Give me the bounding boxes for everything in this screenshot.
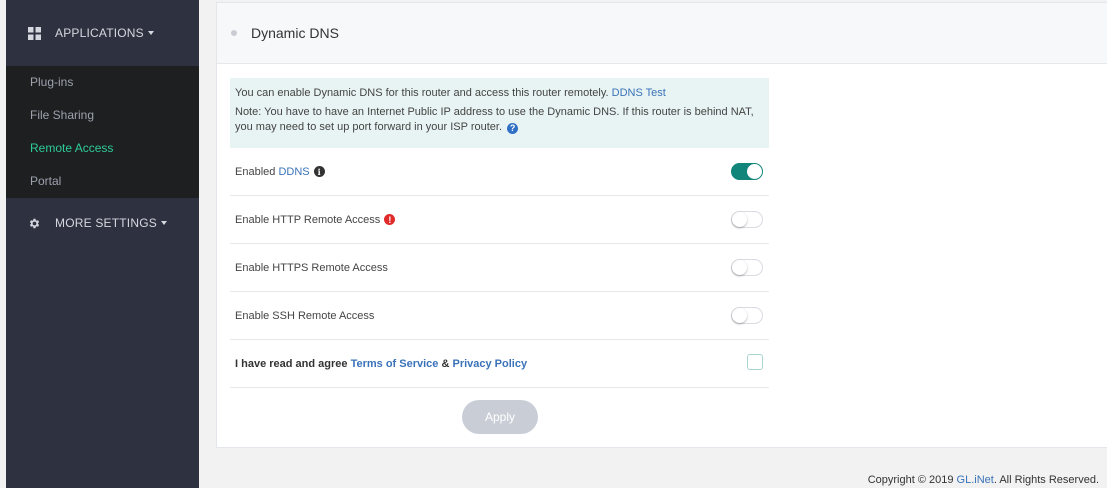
info-icon[interactable]: i [313,166,325,177]
agree-prefix: I have read and agree [235,357,348,370]
http-remote-label: Enable HTTP Remote Access [235,213,381,226]
privacy-policy-link[interactable]: Privacy Policy [452,358,527,370]
apply-button[interactable]: Apply [462,400,538,434]
notice-text-1: You can enable Dynamic DNS for this rout… [235,87,609,99]
ddns-enabled-label: Enabled [235,165,276,178]
agree-amp: & [441,357,450,370]
notice-line-1: You can enable Dynamic DNS for this rout… [235,86,763,101]
sidebar: APPLICATIONS Plug-ins File Sharing Remot… [6,0,199,488]
more-settings-label: MORE SETTINGS [55,216,157,230]
ssh-remote-label: Enable SSH Remote Access [235,309,375,322]
row-http-remote-access: Enable HTTP Remote Access ! [230,196,769,244]
more-settings-menu[interactable]: MORE SETTINGS [6,198,199,248]
agree-checkbox[interactable] [747,354,763,370]
card-header: Dynamic DNS [217,3,1107,64]
caret-down-icon [160,221,167,225]
row-enabled-ddns: Enabled DDNS i [230,148,769,196]
sidebar-item-portal[interactable]: Portal [6,165,199,198]
help-question-icon[interactable]: ? [507,123,519,134]
ddns-test-link[interactable]: DDNS Test [612,87,666,99]
ddns-notice: You can enable Dynamic DNS for this rout… [230,78,769,148]
toggle-knob [732,212,747,227]
copyright-suffix: . All Rights Reserved. [993,474,1099,486]
applications-submenu: Plug-ins File Sharing Remote Access Port… [6,66,199,198]
toggle-knob [732,260,747,275]
copyright-prefix: Copyright © 2019 [867,474,954,486]
notice-line-2: Note: You have to have an Internet Publi… [235,105,763,135]
caret-down-icon [147,31,154,35]
dynamic-dns-card: Dynamic DNS You can enable Dynamic DNS f… [216,2,1107,448]
row-https-remote-access: Enable HTTPS Remote Access [230,244,769,292]
ssh-remote-toggle[interactable] [731,307,763,324]
toggle-knob [747,164,762,179]
gear-icon [28,217,41,230]
http-remote-toggle[interactable] [731,211,763,228]
row-ssh-remote-access: Enable SSH Remote Access [230,292,769,340]
https-remote-toggle[interactable] [731,259,763,276]
toggle-knob [732,308,747,323]
ddns-toggle[interactable] [731,163,763,180]
terms-of-service-link[interactable]: Terms of Service [351,358,439,370]
sidebar-item-remote-access[interactable]: Remote Access [6,132,199,165]
glinet-link[interactable]: GL.iNet [957,474,994,486]
https-remote-label: Enable HTTPS Remote Access [235,261,388,274]
ddns-link[interactable]: DDNS [278,166,309,178]
grid-icon [28,26,41,40]
row-agree-terms: I have read and agree Terms of Service &… [230,340,769,388]
applications-menu[interactable]: APPLICATIONS [6,0,199,66]
notice-text-2: Note: You have to have an Internet Publi… [235,106,754,133]
footer-copyright: Copyright © 2019 GL.iNet. All Rights Res… [868,474,1099,486]
applications-label: APPLICATIONS [55,26,144,40]
sidebar-item-file-sharing[interactable]: File Sharing [6,99,199,132]
warning-icon[interactable]: ! [384,214,396,225]
bullet-dot-icon [231,30,237,36]
sidebar-item-plugins[interactable]: Plug-ins [6,66,199,99]
page-title: Dynamic DNS [251,25,339,41]
